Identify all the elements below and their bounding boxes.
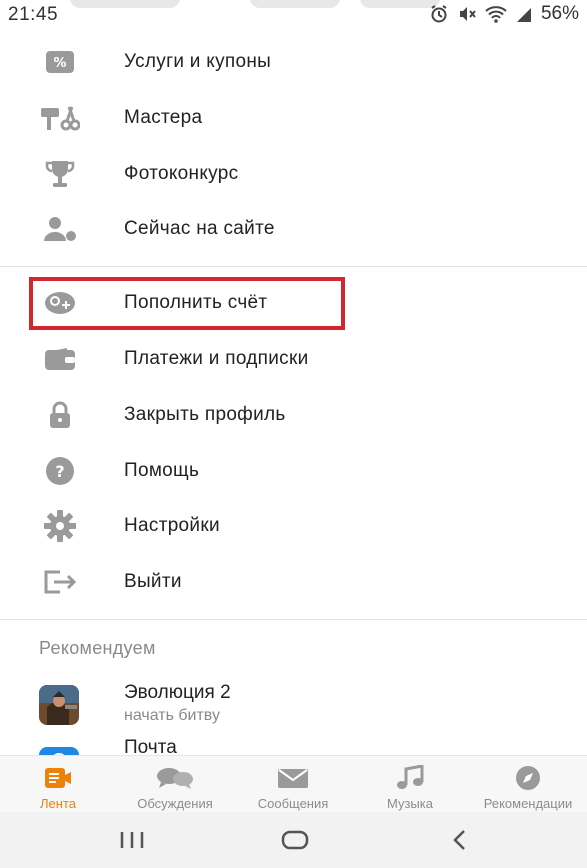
- tab-label: Обсуждения: [137, 796, 213, 811]
- mail-app-thumbnail: [39, 747, 79, 755]
- recommend-item-title: Эволюция 2: [124, 682, 231, 703]
- mute-icon: [457, 4, 477, 24]
- recommend-item-mail[interactable]: Почта: [0, 737, 587, 755]
- tab-music[interactable]: Музыка: [370, 756, 450, 813]
- gear-icon: [40, 510, 80, 542]
- discussions-icon: [155, 766, 195, 790]
- logout-icon: [40, 566, 80, 598]
- menu-item-payments-subscriptions[interactable]: Платежи и подписки: [0, 331, 587, 387]
- menu-item-label: Закрыть профиль: [124, 404, 286, 425]
- home-button[interactable]: [255, 812, 335, 868]
- back-button[interactable]: [420, 812, 500, 868]
- system-navigation-bar: [0, 812, 587, 868]
- coupon-icon: %: [40, 46, 80, 78]
- recommend-item-title: Почта: [124, 737, 177, 755]
- menu-item-masters[interactable]: Мастера: [0, 90, 587, 146]
- feed-icon: [43, 766, 73, 790]
- signal-icon: [515, 4, 533, 24]
- svg-text:%: %: [53, 56, 66, 71]
- tab-recommendations[interactable]: Рекомендации: [468, 756, 587, 813]
- status-bar-background-blob: [250, 0, 340, 8]
- recommend-item-subtitle: начать битву: [124, 707, 220, 724]
- trophy-icon: [40, 158, 80, 190]
- tab-label: Музыка: [387, 796, 433, 811]
- menu-item-label: Помощь: [124, 460, 200, 481]
- recommend-item-game[interactable]: Эволюция 2 начать битву: [0, 680, 587, 728]
- tab-label: Рекомендации: [483, 796, 573, 811]
- wifi-icon: [485, 4, 507, 24]
- menu-item-close-profile[interactable]: Закрыть профиль: [0, 387, 587, 443]
- masters-icon: [40, 102, 80, 134]
- menu-item-services-coupons[interactable]: % Услуги и купоны: [0, 34, 587, 90]
- battery-level: 56%: [540, 3, 579, 24]
- users-online-icon: [40, 213, 80, 245]
- tab-messages[interactable]: Сообщения: [240, 756, 346, 813]
- menu-item-label: Сейчас на сайте: [124, 218, 275, 239]
- bottom-tab-bar: Лента Обсуждения Сообщения Музыка Рекоме…: [0, 755, 587, 812]
- menu-divider: [0, 619, 587, 620]
- wallet-icon: [40, 343, 80, 375]
- menu-item-label: Мастера: [124, 107, 203, 128]
- menu-item-logout[interactable]: Выйти: [0, 554, 587, 610]
- home-icon: [281, 830, 309, 850]
- highlight-annotation: [29, 277, 345, 330]
- menu-item-settings[interactable]: Настройки: [0, 498, 587, 554]
- tab-label: Сообщения: [257, 796, 329, 811]
- status-bar-background-blob: [70, 0, 180, 8]
- menu-item-label: Платежи и подписки: [124, 348, 309, 369]
- menu-item-label: Услуги и купоны: [124, 51, 272, 72]
- menu-item-label: Выйти: [124, 571, 182, 592]
- messages-icon: [276, 766, 310, 790]
- game-thumbnail: [39, 685, 79, 725]
- alarm-icon: [429, 4, 449, 24]
- recents-icon: [120, 832, 144, 848]
- status-time: 21:45: [8, 4, 59, 25]
- menu-item-help[interactable]: ? Помощь: [0, 443, 587, 499]
- menu-item-online-now[interactable]: Сейчас на сайте: [0, 201, 587, 257]
- tab-label: Лента: [40, 796, 76, 811]
- help-icon: ?: [40, 455, 80, 487]
- status-bar: 21:45 56%: [0, 0, 587, 30]
- music-icon: [396, 765, 424, 790]
- svg-text:?: ?: [55, 462, 64, 481]
- status-icons: 56%: [429, 3, 579, 25]
- recents-button[interactable]: [92, 812, 172, 868]
- back-icon: [453, 830, 465, 850]
- compass-icon: [515, 766, 541, 790]
- menu-item-label: Фотоконкурс: [124, 163, 239, 184]
- tab-feed[interactable]: Лента: [18, 756, 98, 813]
- recommend-section-title: Рекомендуем: [39, 638, 156, 658]
- menu-item-photo-contest[interactable]: Фотоконкурс: [0, 146, 587, 202]
- tab-discussions[interactable]: Обсуждения: [120, 756, 230, 813]
- menu-divider: [0, 266, 587, 267]
- menu-item-label: Настройки: [124, 515, 220, 536]
- lock-icon: [40, 399, 80, 431]
